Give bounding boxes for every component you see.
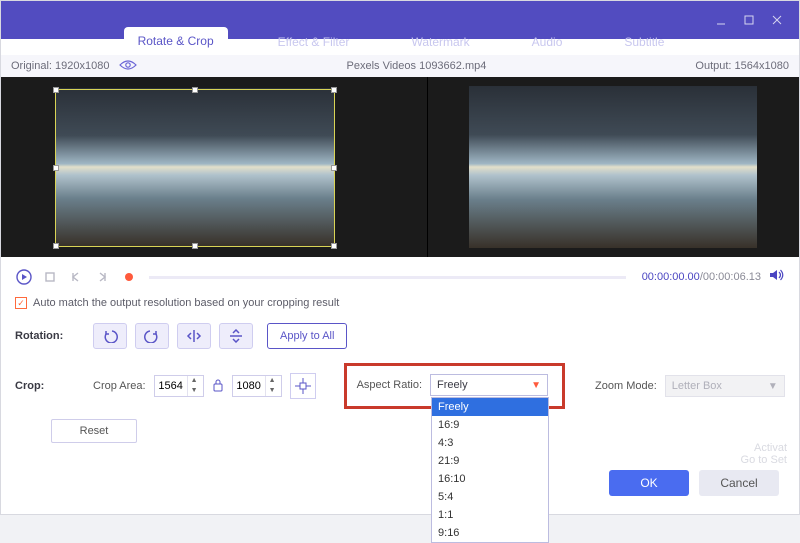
- width-down[interactable]: ▼: [188, 386, 201, 396]
- width-up[interactable]: ▲: [188, 376, 201, 386]
- ok-button[interactable]: OK: [609, 470, 689, 496]
- cancel-button[interactable]: Cancel: [699, 470, 779, 496]
- output-thumbnail: [469, 86, 757, 248]
- flip-horizontal-button[interactable]: [177, 323, 211, 349]
- tab-effect-filter[interactable]: Effect & Filter: [266, 29, 362, 55]
- aspect-option-9-16[interactable]: 9:16: [432, 524, 548, 542]
- crop-height-input[interactable]: [233, 380, 265, 392]
- crop-width-spinner[interactable]: ▲▼: [154, 375, 204, 397]
- aspect-option-1-1[interactable]: 1:1: [432, 506, 548, 524]
- aspect-ratio-group: Aspect Ratio: Freely ▼ Freely 16:9 4:3 2…: [344, 363, 565, 409]
- timeline-slider[interactable]: [149, 276, 626, 279]
- crop-handle-s[interactable]: [192, 243, 198, 249]
- time-display: 00:00:00.00/00:00:06.13: [642, 271, 761, 283]
- tab-audio[interactable]: Audio: [520, 29, 575, 55]
- aspect-option-16-10[interactable]: 16:10: [432, 470, 548, 488]
- height-down[interactable]: ▼: [266, 386, 279, 396]
- playhead-marker[interactable]: [125, 273, 133, 281]
- aspect-ratio-list: Freely 16:9 4:3 21:9 16:10 5:4 1:1 9:16: [431, 397, 549, 543]
- crop-area-label: Crop Area:: [93, 380, 146, 392]
- flip-vertical-button[interactable]: [219, 323, 253, 349]
- automatch-label: Auto match the output resolution based o…: [33, 297, 339, 309]
- crop-row: Crop: Crop Area: ▲▼ ▲▼ Aspect Ratio: Fre…: [15, 363, 785, 409]
- volume-icon[interactable]: [769, 268, 785, 287]
- crop-handle-ne[interactable]: [331, 87, 337, 93]
- output-preview: [428, 77, 800, 257]
- crop-height-spinner[interactable]: ▲▼: [232, 375, 282, 397]
- aspect-ratio-dropdown[interactable]: Freely ▼ Freely 16:9 4:3 21:9 16:10 5:4 …: [430, 374, 548, 396]
- zoom-mode-group: Zoom Mode: Letter Box ▼: [595, 375, 785, 397]
- aspect-ratio-value: Freely: [437, 379, 468, 391]
- source-preview[interactable]: [1, 77, 427, 257]
- original-label: Original: 1920x1080: [11, 60, 109, 72]
- aspect-option-21-9[interactable]: 21:9: [432, 452, 548, 470]
- play-button[interactable]: [15, 268, 33, 286]
- crop-handle-sw[interactable]: [53, 243, 59, 249]
- height-up[interactable]: ▲: [266, 376, 279, 386]
- apply-to-all-button[interactable]: Apply to All: [267, 323, 347, 349]
- crop-handle-nw[interactable]: [53, 87, 59, 93]
- crop-width-input[interactable]: [155, 380, 187, 392]
- lock-aspect-icon[interactable]: [212, 378, 224, 395]
- zoom-mode-dropdown[interactable]: Letter Box ▼: [665, 375, 785, 397]
- tab-bar: Rotate & Crop Effect & Filter Watermark …: [1, 25, 799, 55]
- info-bar: Original: 1920x1080 Pexels Videos 109366…: [1, 55, 799, 77]
- crop-handle-n[interactable]: [192, 87, 198, 93]
- tab-rotate-crop[interactable]: Rotate & Crop: [124, 27, 228, 55]
- aspect-option-5-4[interactable]: 5:4: [432, 488, 548, 506]
- preview-row: [1, 77, 799, 257]
- preview-eye-icon[interactable]: [119, 59, 137, 74]
- crop-handle-se[interactable]: [331, 243, 337, 249]
- aspect-option-freely[interactable]: Freely: [432, 398, 548, 416]
- prev-frame-button[interactable]: [67, 268, 85, 286]
- center-crop-button[interactable]: [290, 373, 316, 399]
- tab-subtitle[interactable]: Subtitle: [612, 29, 676, 55]
- rotate-right-button[interactable]: [135, 323, 169, 349]
- caret-down-icon: ▼: [531, 380, 541, 391]
- aspect-option-4-3[interactable]: 4:3: [432, 434, 548, 452]
- stop-button[interactable]: [41, 268, 59, 286]
- controls-panel: 00:00:00.00/00:00:06.13 ✓ Auto match the…: [1, 257, 799, 449]
- next-frame-button[interactable]: [93, 268, 111, 286]
- aspect-option-16-9[interactable]: 16:9: [432, 416, 548, 434]
- rotation-label: Rotation:: [15, 330, 85, 342]
- filename-label: Pexels Videos 1093662.mp4: [137, 60, 695, 72]
- caret-down-icon: ▼: [768, 381, 778, 392]
- automatch-row: ✓ Auto match the output resolution based…: [15, 297, 785, 309]
- tab-watermark[interactable]: Watermark: [399, 29, 481, 55]
- zoom-mode-label: Zoom Mode:: [595, 380, 657, 392]
- aspect-ratio-label: Aspect Ratio:: [357, 379, 422, 391]
- rotation-row: Rotation: Apply to All: [15, 323, 785, 349]
- crop-label: Crop:: [15, 380, 85, 392]
- zoom-mode-value: Letter Box: [672, 380, 722, 392]
- automatch-checkbox[interactable]: ✓: [15, 297, 27, 309]
- editor-window: Rotate & Crop Effect & Filter Watermark …: [0, 0, 800, 515]
- crop-handle-w[interactable]: [53, 165, 59, 171]
- crop-handle-e[interactable]: [331, 165, 337, 171]
- crop-rectangle[interactable]: [55, 89, 335, 247]
- footer-buttons: OK Cancel: [609, 470, 779, 496]
- reset-button[interactable]: Reset: [51, 419, 137, 443]
- rotate-left-button[interactable]: [93, 323, 127, 349]
- output-label: Output: 1564x1080: [695, 60, 789, 72]
- playback-row: 00:00:00.00/00:00:06.13: [15, 263, 785, 291]
